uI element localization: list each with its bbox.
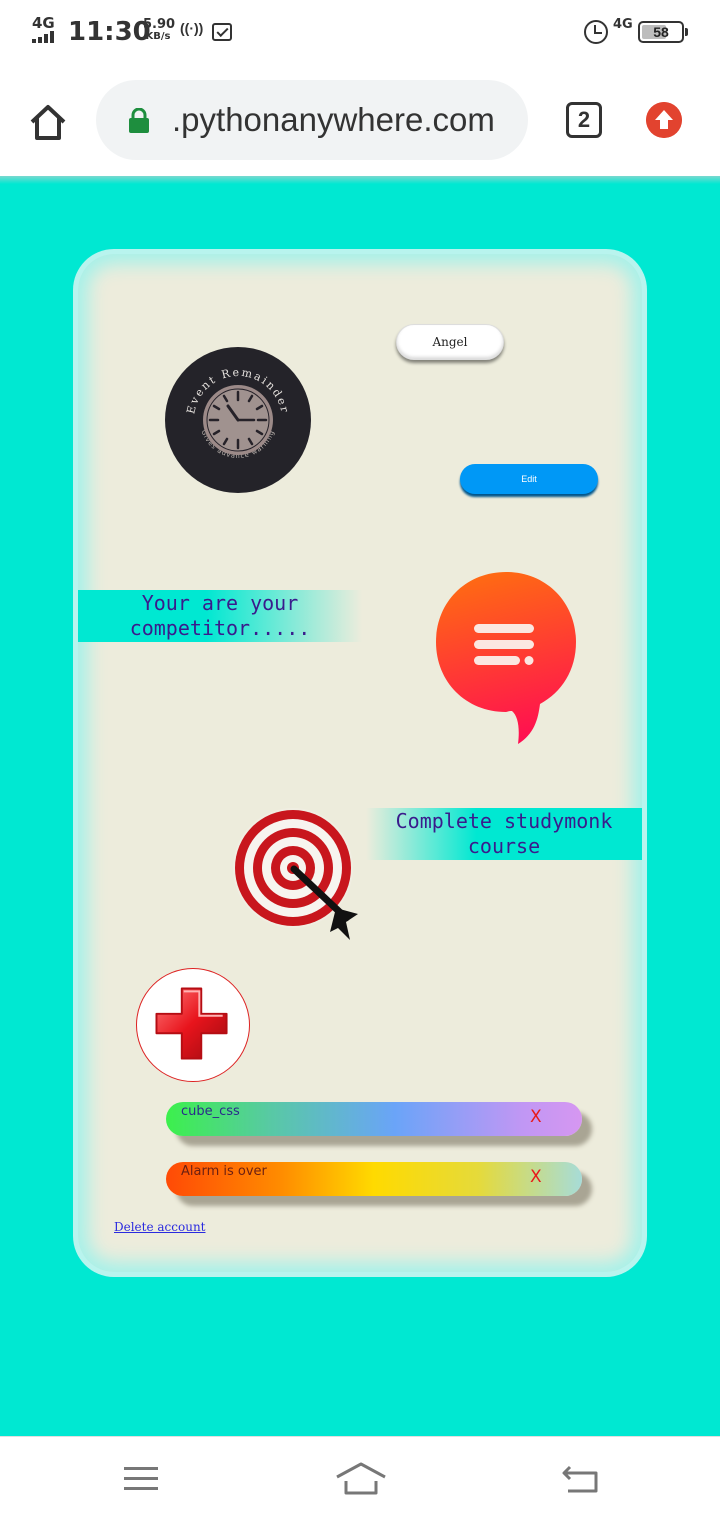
hotspot-icon: ((·)): [180, 20, 204, 36]
toolbar-shadow: [0, 176, 720, 184]
delete-account-link[interactable]: Delete account: [114, 1220, 206, 1234]
target-icon[interactable]: [228, 802, 368, 942]
app-logo: Event Remainder Gives advance warning: [165, 347, 311, 493]
chat-icon[interactable]: [434, 570, 578, 746]
main-card: Event Remainder Gives advance warning An…: [78, 254, 642, 1272]
clock-icon: [203, 385, 273, 455]
battery-icon: 58: [638, 21, 688, 43]
menu-icon[interactable]: [124, 1467, 158, 1491]
event-label: Alarm is over: [181, 1164, 267, 1179]
goal-line-1: Complete studymonk: [395, 809, 613, 833]
home-icon[interactable]: [334, 1461, 388, 1497]
remove-event-button[interactable]: X: [530, 1106, 542, 1128]
user-name-button[interactable]: Angel: [396, 324, 504, 360]
event-label: cube_css: [181, 1104, 240, 1119]
event-item[interactable]: cube_css X: [166, 1102, 582, 1136]
web-page: Event Remainder Gives advance warning An…: [0, 176, 720, 1436]
network-type-right: 4G: [613, 17, 633, 32]
lock-icon: [129, 108, 149, 133]
speed-unit: KB/s: [145, 31, 171, 42]
alarm-icon: [584, 20, 608, 44]
url-bar[interactable]: .pythonanywhere.com: [96, 80, 528, 160]
remove-event-button[interactable]: X: [530, 1166, 542, 1188]
quote-banner: Your are your competitor.....: [78, 590, 362, 642]
signal-icon: [32, 31, 62, 43]
network-type: 4G: [32, 14, 55, 32]
speed-value: 5.90: [143, 17, 176, 32]
back-icon[interactable]: [560, 1463, 600, 1497]
network-speed: 5.90 KB/s: [143, 17, 176, 43]
url-text: .pythonanywhere.com: [172, 101, 495, 138]
goal-line-2: course: [467, 834, 541, 858]
mail-icon: [212, 23, 232, 41]
quote-line-2: competitor.....: [129, 616, 311, 640]
plus-icon: [155, 987, 228, 1060]
tab-switcher-button[interactable]: 2: [566, 102, 602, 138]
clock: 11:30: [68, 17, 151, 47]
add-event-button[interactable]: [136, 968, 250, 1082]
event-item[interactable]: Alarm is over X: [166, 1162, 582, 1196]
quote-line-1: Your are your: [141, 591, 299, 615]
battery-level: 58: [653, 24, 669, 40]
update-icon[interactable]: [646, 102, 682, 138]
system-nav-bar: [0, 1436, 720, 1520]
edit-button[interactable]: Edit: [460, 464, 598, 494]
home-icon[interactable]: [26, 100, 70, 144]
browser-toolbar: .pythonanywhere.com 2: [0, 64, 720, 176]
goal-banner: Complete studymonk course: [366, 808, 642, 860]
status-bar: 4G 11:30 5.90 KB/s ((·)) 4G 58: [0, 0, 720, 64]
